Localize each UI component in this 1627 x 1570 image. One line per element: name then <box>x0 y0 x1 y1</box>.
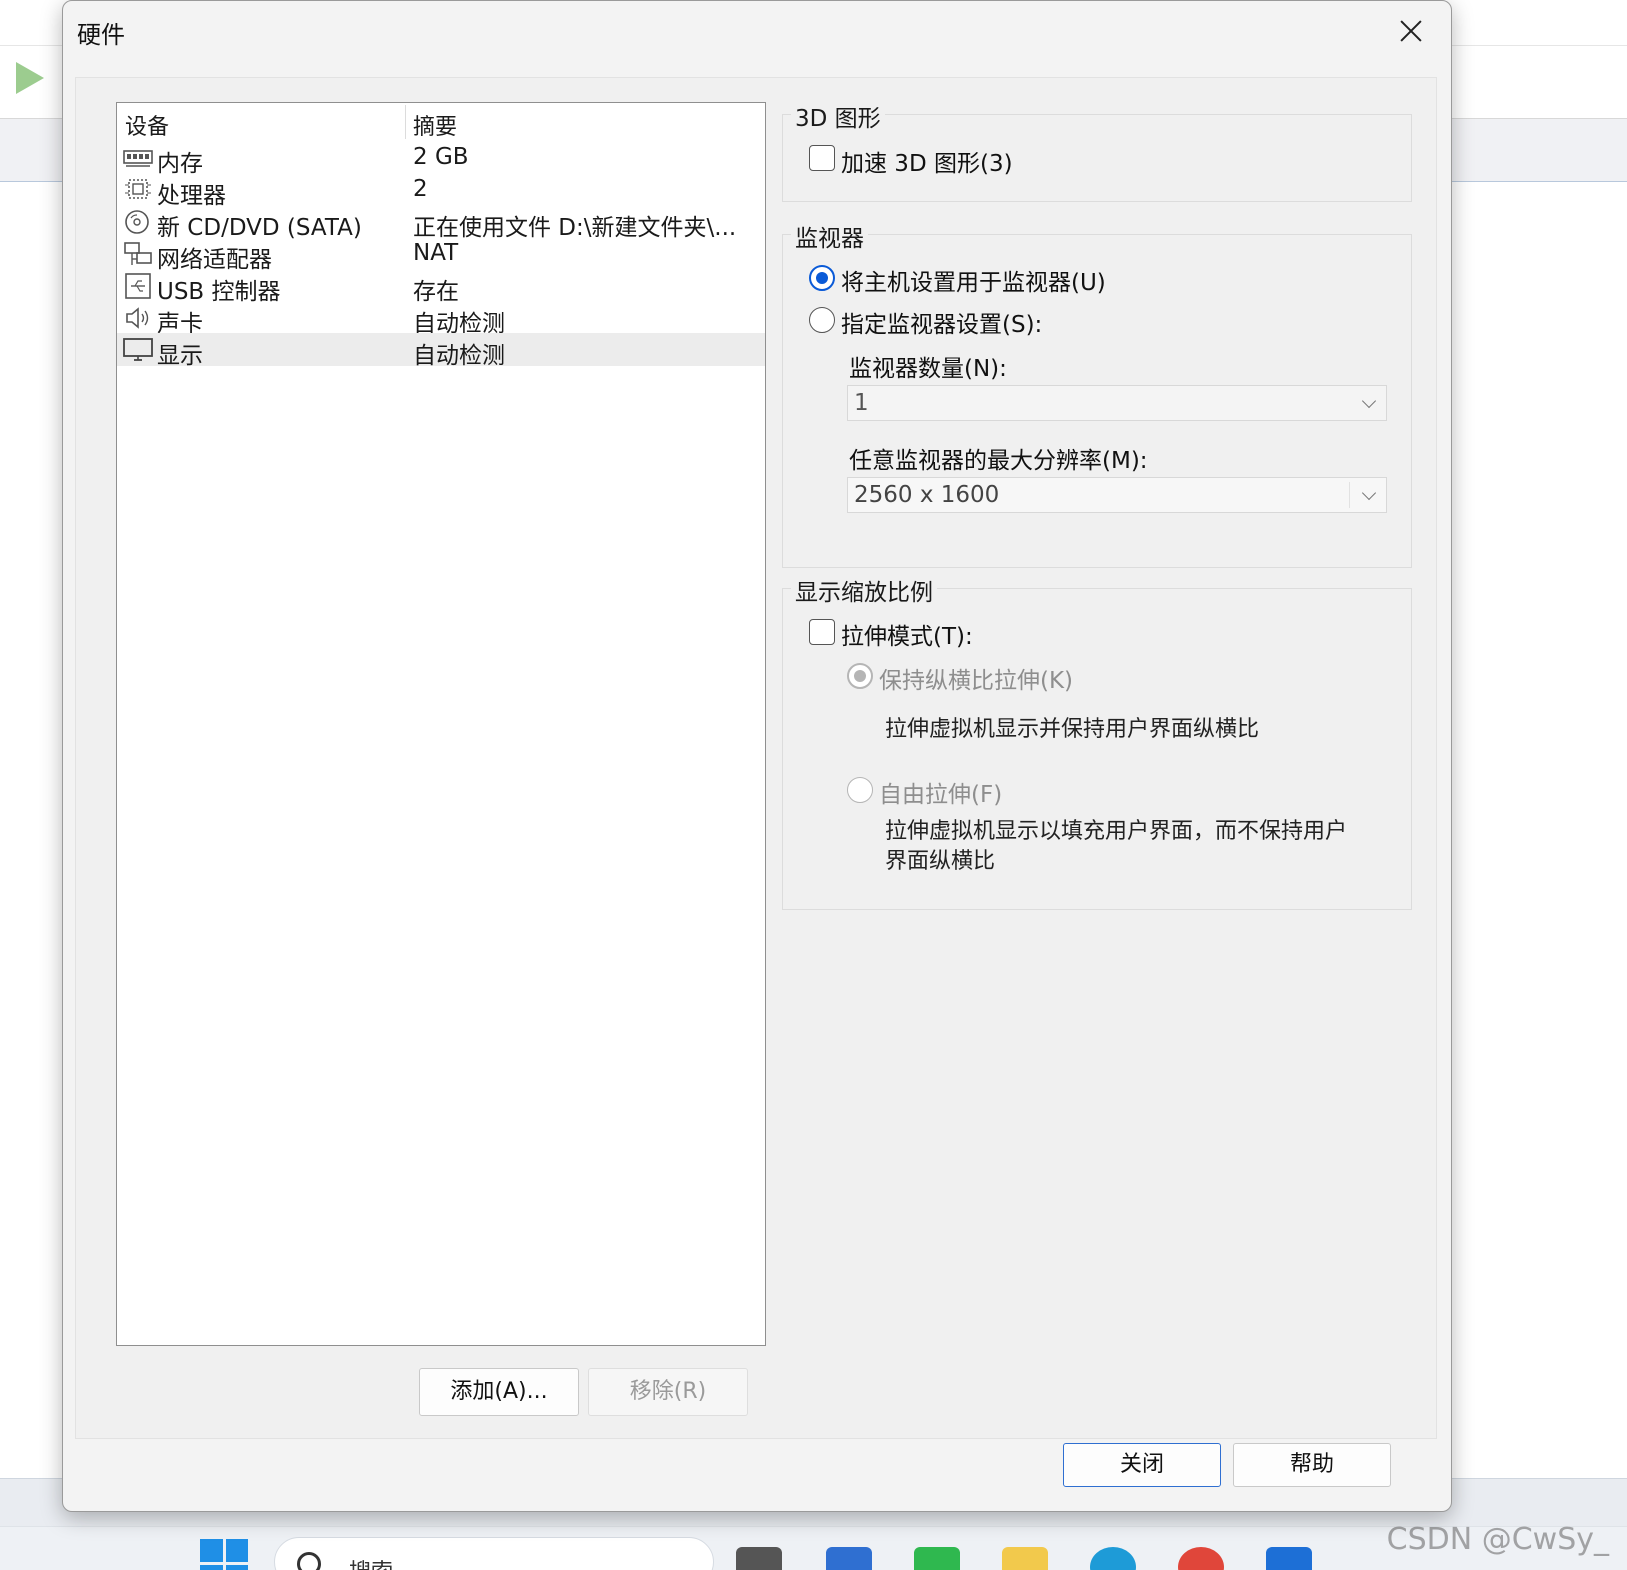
dialog-titlebar[interactable]: 硬件 <box>63 1 1451 59</box>
group-title-display-scaling: 显示缩放比例 <box>791 573 937 607</box>
edge-icon[interactable] <box>1090 1547 1136 1570</box>
vmware-icon[interactable] <box>1266 1547 1312 1570</box>
accelerate-3d-checkbox[interactable] <box>809 145 835 171</box>
free-stretch-description: 拉伸虚拟机显示以填充用户界面，而不保持用户界面纵横比 <box>885 819 1348 874</box>
network-adapter-icon <box>124 242 152 265</box>
group-3d-graphics: 3D 图形 加速 3D 图形(3) <box>782 99 1412 202</box>
group-title-3d-graphics: 3D 图形 <box>791 99 885 133</box>
dialog-title: 硬件 <box>77 21 125 49</box>
close-icon[interactable] <box>1391 11 1431 51</box>
device-list[interactable]: 设备 摘要 内存 2 GB 处理器 2 新 CD/DVD (SATA) 正在使用… <box>116 102 766 1346</box>
chevron-down-icon <box>1361 393 1377 409</box>
column-separator[interactable] <box>405 105 406 139</box>
accelerate-3d-label[interactable]: 加速 3D 图形(3) <box>841 144 1013 178</box>
help-button[interactable]: 帮助 <box>1233 1443 1391 1487</box>
taskview-icon[interactable] <box>736 1547 782 1570</box>
column-header-device[interactable]: 设备 <box>125 109 169 141</box>
max-resolution-value: 2560 x 1600 <box>854 482 1000 508</box>
device-summary: 2 GB <box>413 144 469 170</box>
keep-aspect-description: 拉伸虚拟机显示并保持用户界面纵横比 <box>885 717 1260 742</box>
stretch-mode-label[interactable]: 拉伸模式(T): <box>841 617 973 651</box>
add-device-button[interactable]: 添加(A)... <box>419 1368 579 1416</box>
taskbar: 搜索 <box>0 1526 1627 1570</box>
group-display-scaling: 显示缩放比例 拉伸模式(T): 保持纵横比拉伸(K) 拉伸虚拟机显示并保持用户界… <box>782 573 1412 910</box>
chrome-icon[interactable] <box>1178 1547 1224 1570</box>
close-button[interactable]: 关闭 <box>1063 1443 1221 1487</box>
memory-icon <box>123 150 153 167</box>
keep-aspect-stretch-radio[interactable] <box>847 663 873 689</box>
free-stretch-radio[interactable] <box>847 777 873 803</box>
play-icon[interactable] <box>16 62 44 94</box>
sound-card-icon <box>126 307 149 329</box>
device-summary: 2 <box>413 176 428 202</box>
keep-aspect-stretch-label[interactable]: 保持纵横比拉伸(K) <box>879 661 1073 695</box>
dialog-content-panel: 设备 摘要 内存 2 GB 处理器 2 新 CD/DVD (SATA) 正在使用… <box>75 77 1437 1439</box>
device-row-memory[interactable]: 内存 2 GB <box>117 141 765 177</box>
file-explorer-icon[interactable] <box>1002 1547 1048 1570</box>
use-host-settings-radio[interactable] <box>809 265 835 291</box>
device-row-sound[interactable]: 声卡 自动检测 <box>117 301 765 337</box>
display-icon <box>123 338 153 361</box>
monitor-count-select[interactable]: 1 <box>847 385 1387 421</box>
taskbar-search-box[interactable]: 搜索 <box>274 1537 714 1570</box>
monitor-count-value: 1 <box>854 390 869 416</box>
search-icon <box>297 1552 321 1570</box>
device-row-network[interactable]: 网络适配器 NAT <box>117 237 765 273</box>
hardware-dialog: 硬件 设备 摘要 内存 2 GB 处理器 2 新 CD/DVD (SATA) 正… <box>62 0 1452 1512</box>
store-icon[interactable] <box>826 1547 872 1570</box>
group-monitor: 监视器 将主机设置用于监视器(U) 指定监视器设置(S): 监视器数量(N): … <box>782 219 1412 568</box>
specify-monitor-settings-radio[interactable] <box>809 307 835 333</box>
chevron-down-icon <box>1361 485 1377 501</box>
device-name: 显示 <box>157 343 203 369</box>
remove-device-button[interactable]: 移除(R) <box>588 1368 748 1416</box>
device-row-processor[interactable]: 处理器 2 <box>117 173 765 209</box>
device-summary: NAT <box>413 240 459 266</box>
group-title-monitor: 监视器 <box>791 219 868 253</box>
cd-dvd-icon <box>125 210 149 234</box>
device-row-display[interactable]: 显示 自动检测 <box>117 333 765 369</box>
watermark: CSDN @CwSy_ <box>1386 1522 1609 1557</box>
device-summary: 自动检测 <box>413 343 505 369</box>
usb-icon <box>125 273 151 299</box>
specify-monitor-settings-label[interactable]: 指定监视器设置(S): <box>841 305 1042 339</box>
monitor-count-label: 监视器数量(N): <box>849 356 1007 382</box>
column-header-summary[interactable]: 摘要 <box>413 109 457 141</box>
max-resolution-label: 任意监视器的最大分辨率(M): <box>849 448 1148 474</box>
select-separator <box>1349 482 1350 508</box>
use-host-settings-label[interactable]: 将主机设置用于监视器(U) <box>841 263 1106 297</box>
windows-start-icon[interactable] <box>200 1539 248 1570</box>
device-row-cd-dvd[interactable]: 新 CD/DVD (SATA) 正在使用文件 D:\新建文件夹\... <box>117 205 765 241</box>
taskbar-search-text: 搜索 <box>349 1554 393 1570</box>
device-list-header: 设备 摘要 <box>117 103 765 141</box>
free-stretch-label[interactable]: 自由拉伸(F) <box>879 775 1002 809</box>
stretch-mode-checkbox[interactable] <box>809 619 835 645</box>
processor-icon <box>125 179 151 199</box>
max-resolution-select[interactable]: 2560 x 1600 <box>847 477 1387 513</box>
device-row-usb[interactable]: USB 控制器 存在 <box>117 269 765 305</box>
iqiyi-icon[interactable] <box>914 1547 960 1570</box>
